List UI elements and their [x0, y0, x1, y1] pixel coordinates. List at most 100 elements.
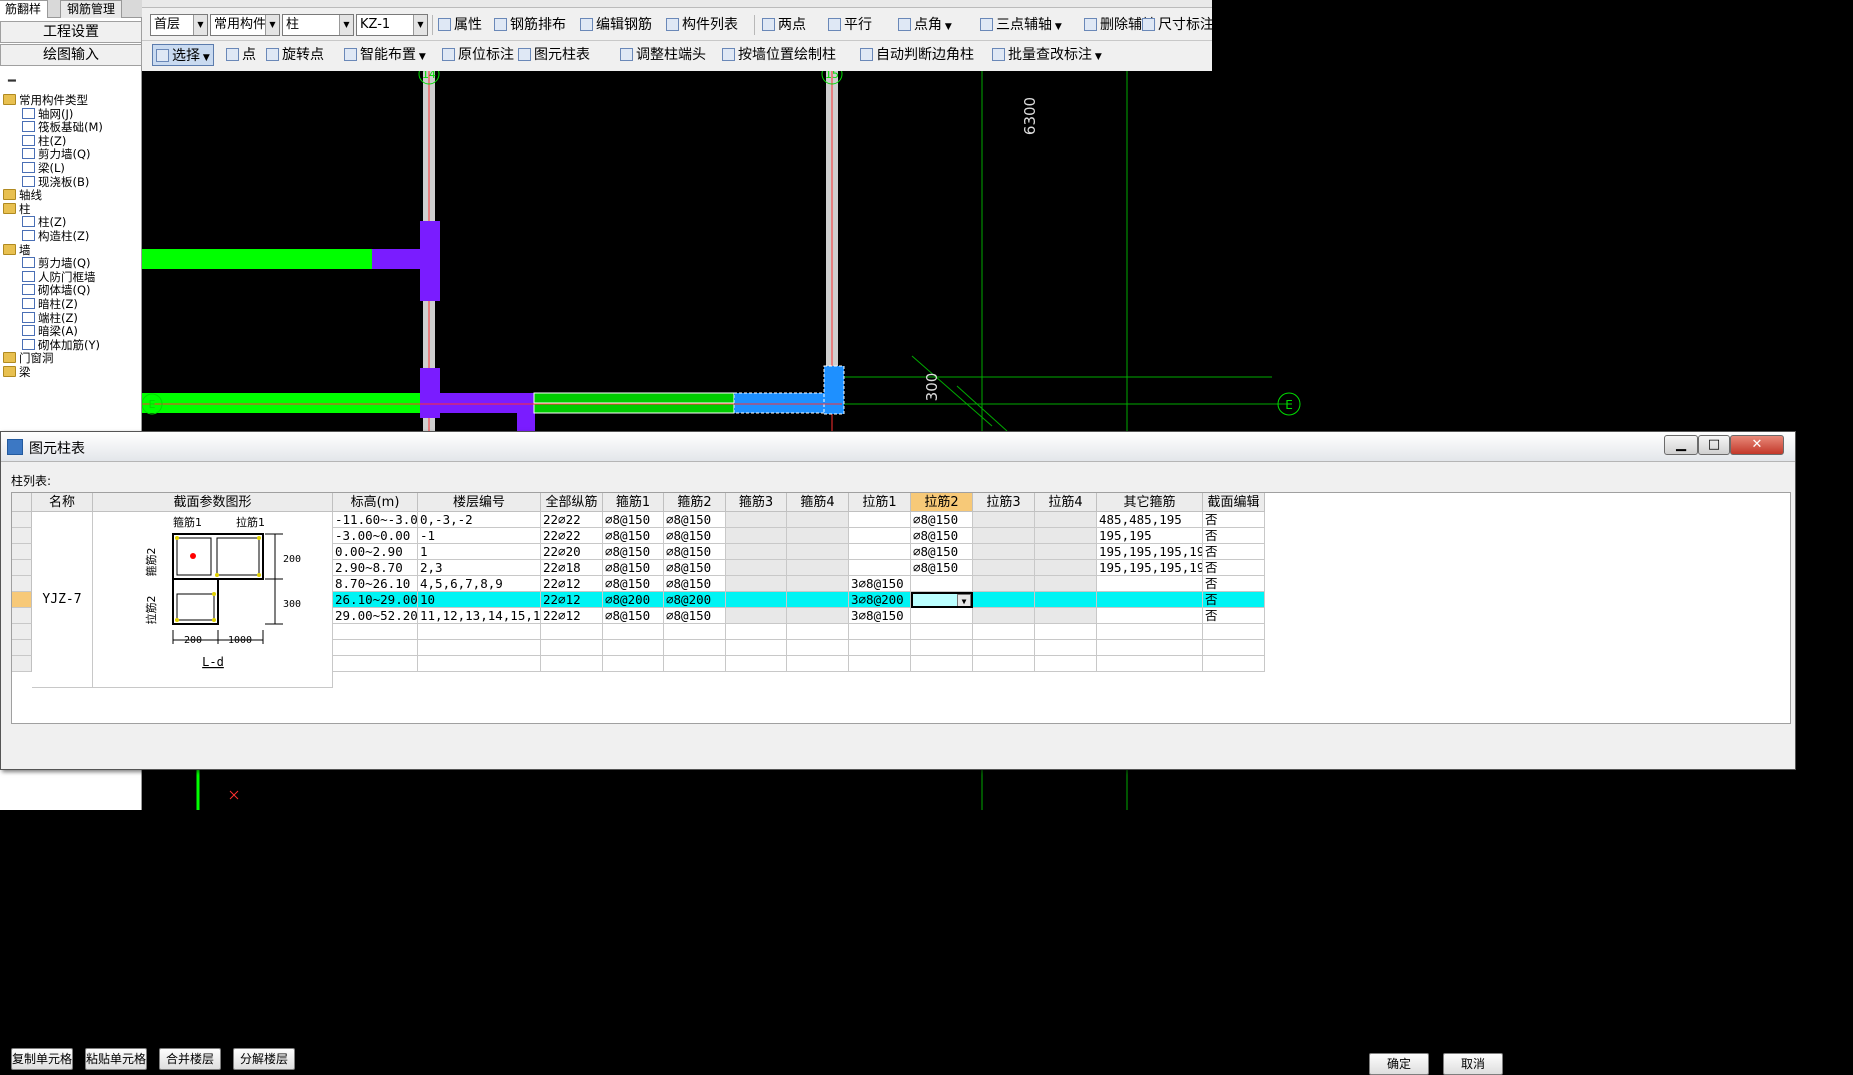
table-cell[interactable]: ⌀8@150 — [664, 576, 726, 592]
table-cell[interactable]: 4,5,6,7,8,9 — [418, 576, 541, 592]
dimension-button[interactable]: 尺寸标注 ▼ — [1142, 14, 1224, 36]
pin-icon[interactable]: ━ — [8, 74, 16, 89]
component-type-select[interactable]: 常用构件 ▼ — [210, 14, 280, 36]
table-cell[interactable] — [911, 656, 973, 672]
table-cell[interactable]: ⌀8@150 — [603, 608, 664, 624]
table-cell[interactable] — [973, 544, 1035, 560]
table-cell[interactable] — [849, 512, 911, 528]
table-cell[interactable]: ⌀8@150 — [911, 544, 973, 560]
table-cell[interactable] — [603, 624, 664, 640]
table-cell[interactable] — [973, 608, 1035, 624]
table-cell[interactable] — [1035, 560, 1097, 576]
chevron-down-icon[interactable]: ▼ — [1092, 52, 1102, 62]
table-cell[interactable] — [1035, 608, 1097, 624]
split-floors-button[interactable]: 分解楼层 — [233, 1048, 295, 1070]
table-cell[interactable] — [333, 656, 418, 672]
drawing-input-button[interactable]: 绘图输入 — [0, 44, 142, 66]
cancel-button[interactable]: 取消 — [1443, 1053, 1503, 1075]
draw-column-by-wall-button[interactable]: 按墙位置绘制柱 — [722, 44, 836, 66]
table-cell[interactable]: ⌀8@200 — [664, 592, 726, 608]
table-cell[interactable]: 否 — [1203, 528, 1265, 544]
table-cell[interactable]: 否 — [1203, 560, 1265, 576]
column-header[interactable]: 标高(m) — [333, 493, 418, 512]
chevron-down-icon[interactable]: ▼ — [193, 15, 207, 35]
table-cell[interactable] — [787, 512, 849, 528]
table-cell[interactable] — [726, 624, 787, 640]
properties-button[interactable]: 属性 — [438, 14, 482, 36]
project-settings-button[interactable]: 工程设置 — [0, 21, 142, 43]
minimize-button[interactable]: ▁ — [1664, 435, 1698, 455]
table-cell[interactable]: 22⌀20 — [541, 544, 603, 560]
column-header[interactable]: 其它箍筋 — [1097, 493, 1203, 512]
table-cell[interactable] — [973, 640, 1035, 656]
table-cell[interactable] — [1097, 640, 1203, 656]
table-cell[interactable] — [787, 544, 849, 560]
row-selector[interactable] — [12, 544, 32, 560]
table-cell[interactable]: 否 — [1203, 544, 1265, 560]
table-cell[interactable] — [1203, 624, 1265, 640]
table-cell[interactable] — [1035, 576, 1097, 592]
column-name-cell[interactable]: YJZ-7 — [32, 512, 93, 688]
column-header[interactable]: 拉筋2 — [911, 493, 973, 512]
point-angle-button[interactable]: 点角 ▼ — [898, 14, 952, 36]
table-cell[interactable] — [603, 656, 664, 672]
table-cell[interactable] — [973, 528, 1035, 544]
table-cell[interactable]: 22⌀22 — [541, 528, 603, 544]
table-cell[interactable]: 3⌀8@200 — [849, 592, 911, 608]
close-button[interactable]: ✕ — [1730, 435, 1784, 455]
table-cell[interactable]: 22⌀12 — [541, 576, 603, 592]
table-cell[interactable] — [726, 544, 787, 560]
table-cell[interactable] — [664, 624, 726, 640]
table-cell[interactable]: 195,195 — [1097, 528, 1203, 544]
table-cell[interactable]: ⌀8@150 — [664, 560, 726, 576]
column-header[interactable]: 全部纵筋 — [541, 493, 603, 512]
table-cell[interactable] — [1035, 512, 1097, 528]
table-cell[interactable]: 3⌀8@150 — [849, 608, 911, 624]
table-cell[interactable] — [1203, 640, 1265, 656]
table-cell[interactable] — [726, 512, 787, 528]
table-cell[interactable] — [1035, 656, 1097, 672]
table-cell[interactable]: 195,195,195,195 — [1097, 560, 1203, 576]
table-cell[interactable]: ⌀8@150 — [603, 560, 664, 576]
table-cell[interactable] — [726, 656, 787, 672]
table-cell[interactable] — [1203, 656, 1265, 672]
table-cell[interactable] — [849, 544, 911, 560]
maximize-button[interactable]: □ — [1698, 435, 1730, 455]
column-header[interactable]: 名称 — [32, 493, 93, 512]
chevron-down-icon[interactable]: ▼ — [265, 15, 279, 35]
column-header[interactable] — [12, 493, 32, 512]
tab-rebar-detailing[interactable]: 筋翻样 — [0, 0, 49, 18]
table-cell[interactable]: ⌀8@150 — [664, 528, 726, 544]
tree-item[interactable]: 构造柱(Z) — [22, 228, 89, 244]
row-selector[interactable] — [12, 560, 32, 576]
column-header[interactable]: 拉筋1 — [849, 493, 911, 512]
table-cell[interactable] — [726, 576, 787, 592]
table-cell[interactable]: 22⌀22 — [541, 512, 603, 528]
rotate-point-button[interactable]: 旋转点 — [266, 44, 324, 66]
table-cell[interactable]: ⌀8@150 — [664, 608, 726, 624]
table-cell[interactable] — [849, 624, 911, 640]
column-header[interactable]: 箍筋1 — [603, 493, 664, 512]
table-cell[interactable] — [973, 656, 1035, 672]
chevron-down-icon[interactable]: ▼ — [942, 22, 952, 32]
table-cell[interactable] — [973, 576, 1035, 592]
column-header[interactable]: 楼层编号 — [418, 493, 541, 512]
row-selector[interactable] — [12, 640, 32, 656]
table-cell[interactable] — [1097, 608, 1203, 624]
rebar-layout-button[interactable]: 钢筋排布 — [494, 14, 566, 36]
column-header[interactable]: 拉筋4 — [1035, 493, 1097, 512]
table-cell[interactable]: ⌀8@150 — [664, 512, 726, 528]
tree-folder[interactable]: 梁 — [3, 364, 31, 380]
table-cell[interactable] — [911, 640, 973, 656]
component-list-button[interactable]: 构件列表 — [666, 14, 738, 36]
table-cell[interactable] — [787, 592, 849, 608]
table-cell[interactable] — [787, 656, 849, 672]
table-cell[interactable] — [973, 592, 1035, 608]
floor-select[interactable]: 首层 ▼ — [150, 14, 208, 36]
table-cell[interactable]: 22⌀12 — [541, 608, 603, 624]
table-cell[interactable] — [787, 608, 849, 624]
table-cell[interactable]: ⌀8@150 — [603, 512, 664, 528]
table-cell[interactable]: ⌀8@150 — [603, 544, 664, 560]
adjust-column-end-button[interactable]: 调整柱端头 — [620, 44, 706, 66]
table-cell[interactable]: 3⌀8@150 — [849, 576, 911, 592]
